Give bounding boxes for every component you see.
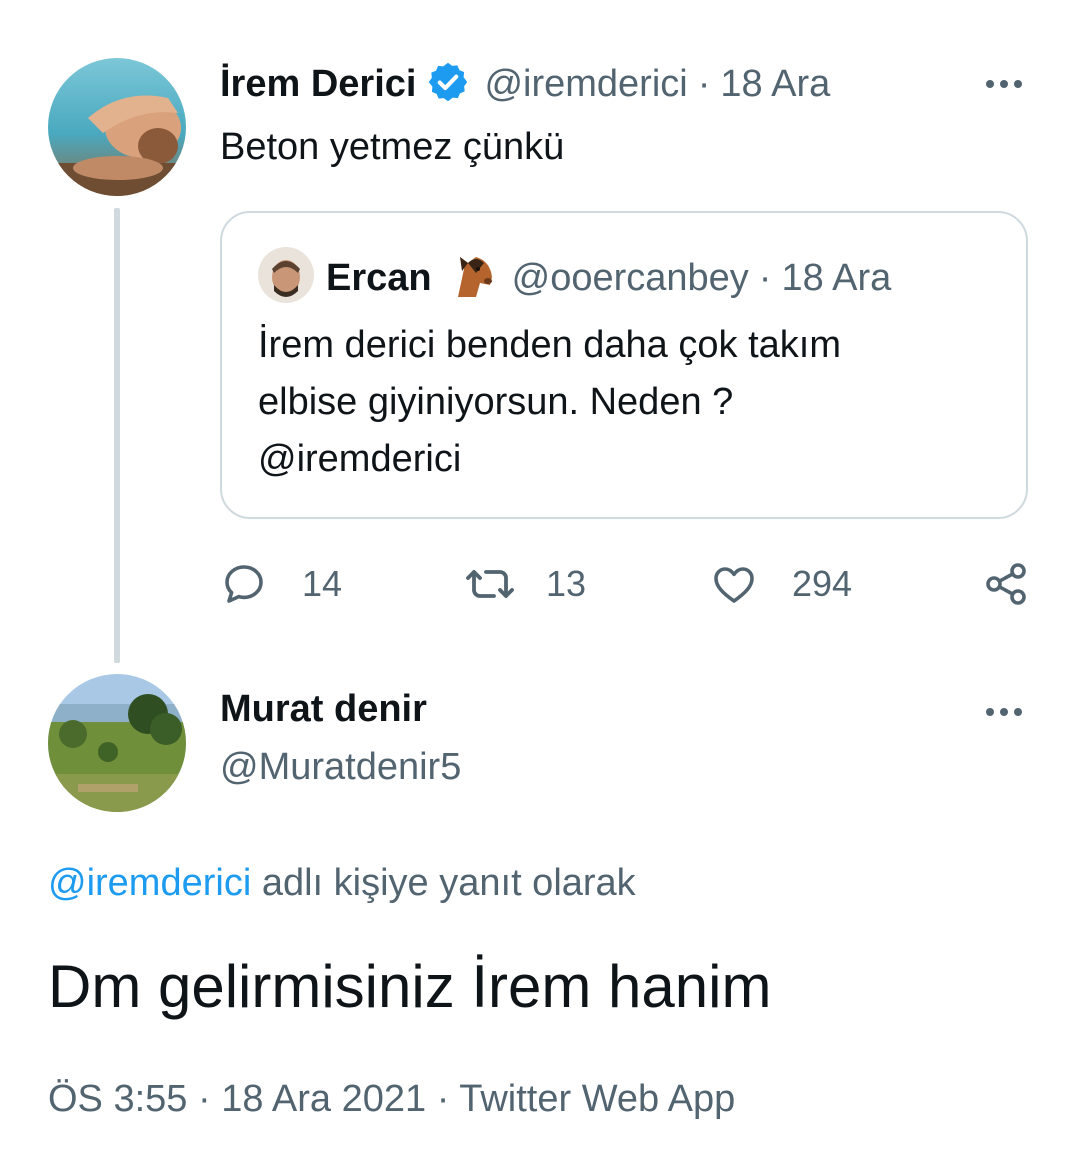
reply-mention-link[interactable]: @iremderici <box>48 862 251 904</box>
avatar-irem[interactable] <box>48 58 186 196</box>
reply-button[interactable]: 14 <box>220 560 342 608</box>
separator-dot: · <box>697 63 711 105</box>
thread-connector-line <box>114 208 120 663</box>
tweet-header: İrem Derici @iremderici · 18 Ara <box>220 60 830 109</box>
share-icon <box>986 563 1026 605</box>
horse-face-icon <box>446 251 496 306</box>
retweet-count: 13 <box>546 563 587 604</box>
quote-text-line: İrem derici benden daha çok takım <box>258 324 841 366</box>
more-options-icon[interactable] <box>986 80 1022 88</box>
like-button[interactable]: 294 <box>710 560 852 608</box>
like-count: 294 <box>792 563 853 604</box>
reply-note-suffix: adlı kişiye yanıt olarak <box>251 862 636 904</box>
author-display-name[interactable]: İrem Derici <box>220 63 416 106</box>
retweet-button[interactable]: 13 <box>464 560 586 608</box>
tweet-text: Beton yetmez çünkü <box>220 126 565 168</box>
reply-count: 14 <box>302 563 343 604</box>
quote-author-display-name: Ercan <box>326 257 432 299</box>
reply-header: Murat denir <box>220 688 427 731</box>
reply-timestamp-meta[interactable]: ÖS 3:55 · 18 Ara 2021 · Twitter Web App <box>48 1078 735 1121</box>
quote-date: 18 Ara <box>781 257 892 299</box>
quote-author-handle: @ooercanbey <box>511 257 749 299</box>
quote-header: Ercan @ooercanbey · 18 Ara <box>326 251 891 306</box>
reply-more-options-icon[interactable] <box>986 708 1022 716</box>
author-handle[interactable]: @iremderici <box>484 63 687 106</box>
quoted-tweet-card[interactable]: Ercan @ooercanbey · 18 Ara İrem derici b… <box>220 211 1028 519</box>
reply-icon <box>225 565 263 603</box>
tweet-date[interactable]: 18 Ara <box>720 63 830 106</box>
replying-to-note: @iremderici adlı kişiye yanıt olarak <box>48 862 636 905</box>
avatar-ercan <box>258 247 314 303</box>
quote-separator-dot: · <box>758 257 772 299</box>
quote-text: İrem derici benden daha çok takım elbise… <box>258 317 841 488</box>
reply-text: Dm gelirmisiniz İrem hanim <box>48 953 772 1020</box>
reply-author-display-name[interactable]: Murat denir <box>220 688 427 731</box>
quote-text-line: @iremderici <box>258 438 462 480</box>
heart-icon <box>714 567 754 603</box>
quote-text-line: elbise giyiniyorsun. Neden ? <box>258 381 734 423</box>
share-button[interactable] <box>982 560 1030 608</box>
reply-author-handle[interactable]: @Muratdenir5 <box>220 746 461 789</box>
retweet-icon <box>466 570 514 598</box>
avatar-murat[interactable] <box>48 674 186 812</box>
verified-badge-icon <box>426 60 470 109</box>
